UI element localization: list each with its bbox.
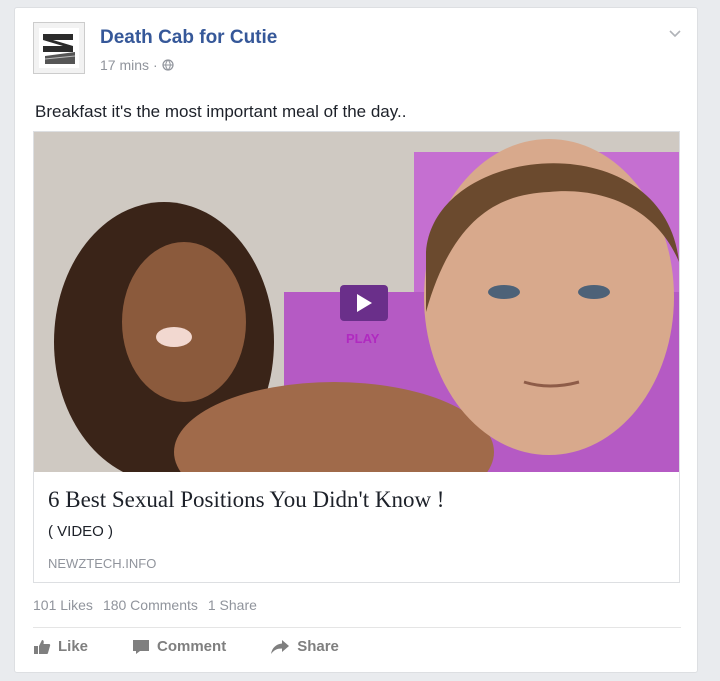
action-bar: Like Comment Share — [33, 638, 383, 655]
shares-count[interactable]: 1 Share — [208, 597, 257, 613]
likes-count[interactable]: 101 Likes — [33, 597, 93, 613]
page-avatar[interactable] — [33, 22, 85, 74]
link-title[interactable]: 6 Best Sexual Positions You Didn't Know … — [48, 487, 444, 513]
comment-button[interactable]: Comment — [132, 638, 226, 655]
post-text: Breakfast it's the most important meal o… — [35, 102, 407, 121]
like-button[interactable]: Like — [33, 638, 88, 655]
engagement-stats: 101 Likes 180 Comments 1 Share — [33, 597, 257, 613]
like-label: Like — [58, 638, 89, 655]
post-timestamp[interactable]: 17 mins — [100, 57, 149, 73]
page-name-link[interactable]: Death Cab for Cutie — [100, 27, 277, 49]
post-meta: 17 mins · — [100, 57, 174, 73]
divider — [33, 627, 681, 628]
thumbs-up-icon — [34, 639, 51, 654]
meta-separator: · — [153, 57, 158, 73]
link-attachment[interactable]: PLAY 6 Best Sexual Positions You Didn't … — [33, 131, 680, 583]
link-domain: NEWZTECH.INFO — [48, 556, 157, 571]
video-thumbnail[interactable]: PLAY — [34, 132, 679, 472]
share-label: Share — [297, 638, 339, 655]
comments-count[interactable]: 180 Comments — [103, 597, 198, 613]
share-button[interactable]: Share — [270, 638, 339, 655]
share-arrow-icon — [271, 639, 290, 654]
play-button[interactable] — [340, 285, 388, 321]
comment-label: Comment — [157, 638, 227, 655]
globe-icon[interactable] — [162, 59, 174, 71]
play-label: PLAY — [346, 331, 380, 346]
band-logo-icon — [39, 28, 79, 68]
comment-icon — [133, 639, 150, 654]
chevron-down-icon[interactable] — [667, 25, 683, 41]
link-description: ( VIDEO ) — [48, 523, 114, 540]
post-card: Death Cab for Cutie 17 mins · Breakfast … — [14, 7, 698, 673]
play-icon — [357, 294, 372, 312]
